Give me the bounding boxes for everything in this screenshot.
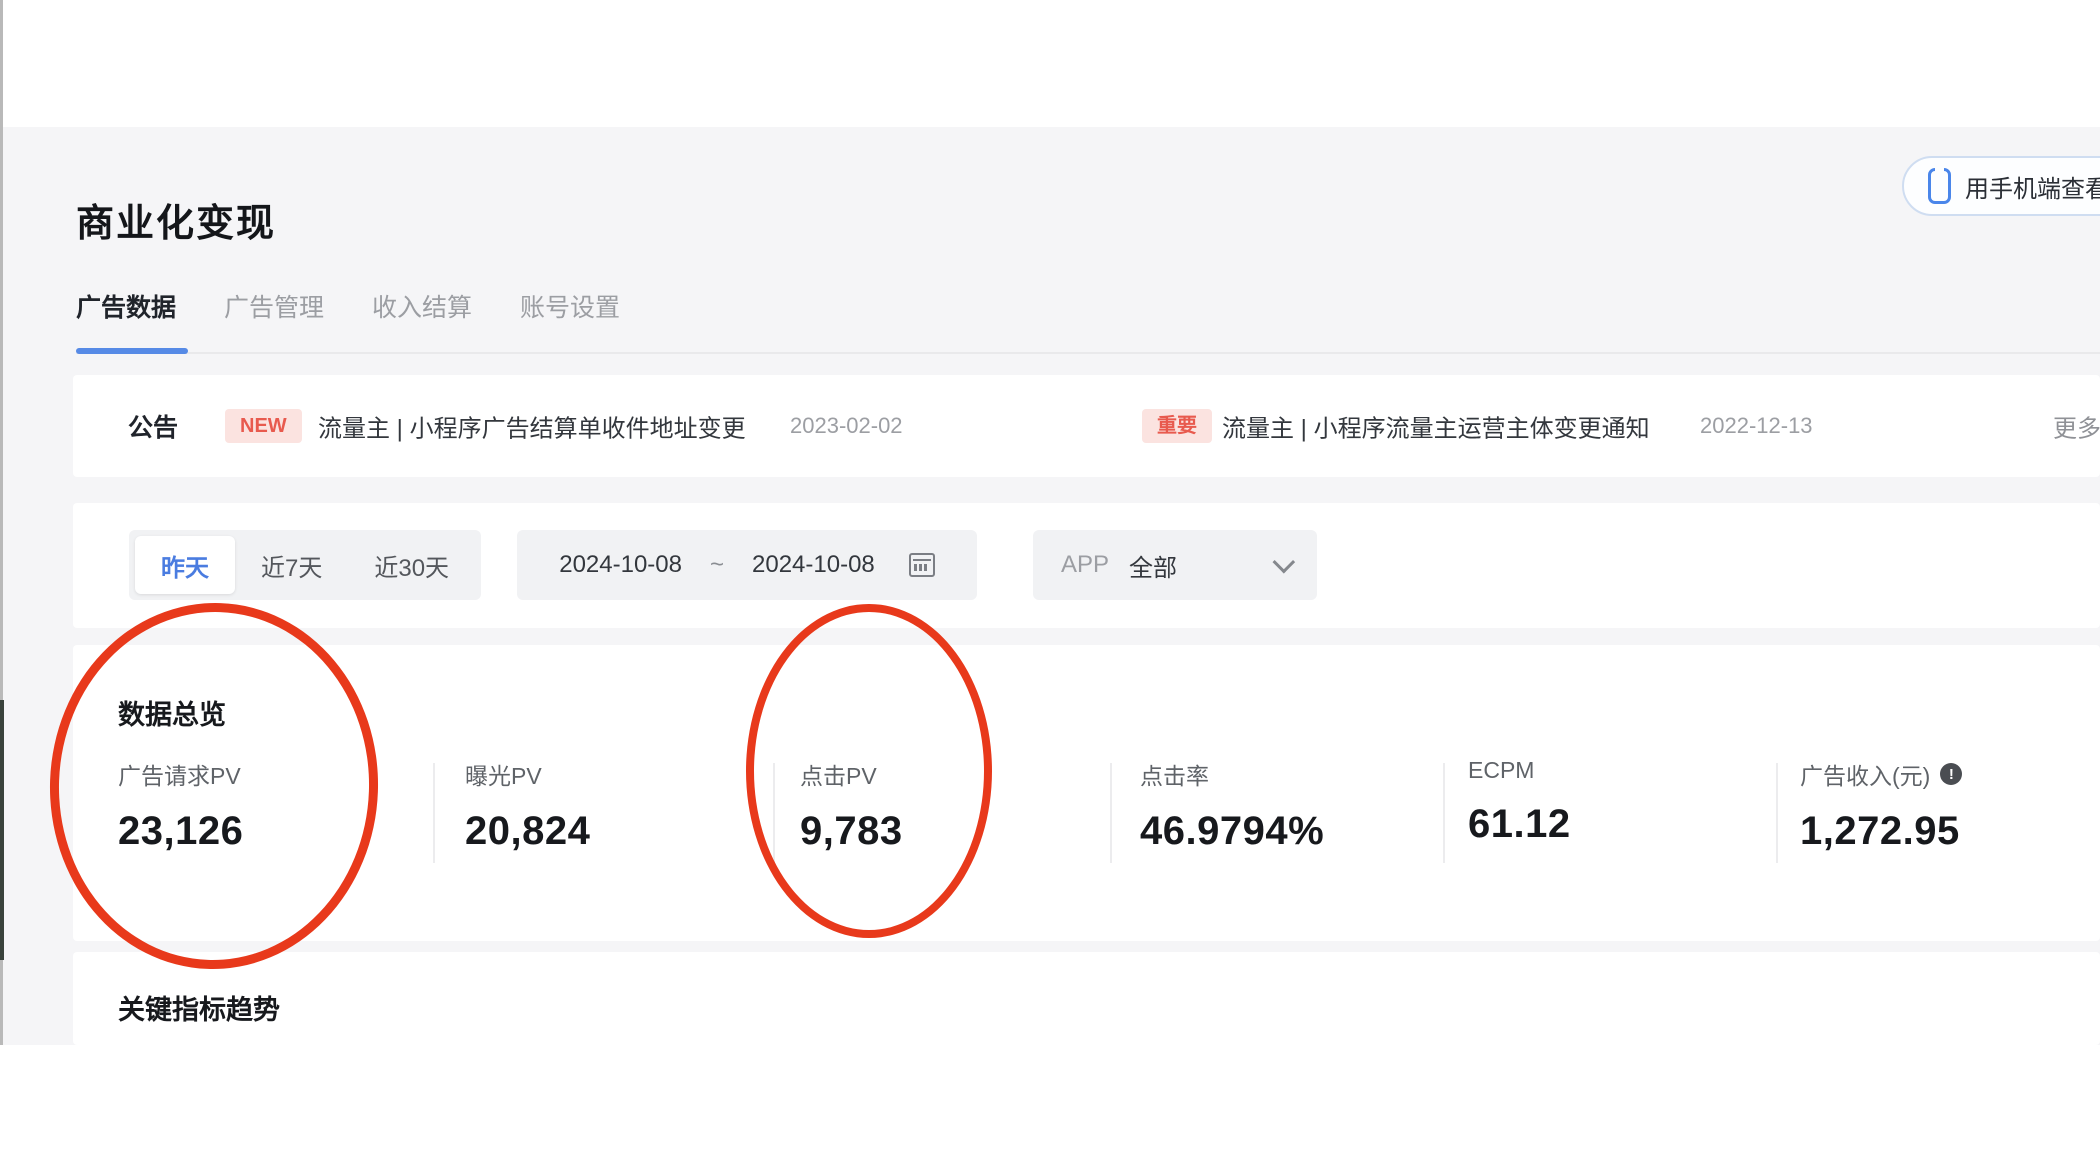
- metric-value: 23,126: [118, 809, 244, 853]
- chevron-down-icon: [1272, 550, 1296, 574]
- announcement-label: 公告: [128, 414, 179, 442]
- data-overview-card: 数据总览 广告请求PV 23,126 曝光PV 20,824 点击PV 9,78…: [73, 645, 2100, 941]
- metric-label: 点击率: [1140, 763, 1209, 789]
- monetization-dashboard: 商业化变现 用手机端查看数据 广告数据 广告管理 收入结算 账号设置 公告 NE…: [0, 0, 2100, 1156]
- important-badge: 重要: [1142, 409, 1212, 443]
- metric-impression-pv: 曝光PV 20,824: [465, 757, 590, 854]
- phone-icon: [1928, 168, 1951, 204]
- calendar-icon: [908, 553, 935, 577]
- data-overview-title: 数据总览: [118, 700, 226, 730]
- date-start-value: 2024-10-08: [559, 551, 682, 578]
- tab-ad-data[interactable]: 广告数据: [76, 288, 176, 324]
- date-separator: ~: [709, 551, 724, 578]
- announcement-item-title[interactable]: 流量主 | 小程序广告结算单收件地址变更: [318, 409, 746, 444]
- tab-account-settings[interactable]: 账号设置: [520, 288, 620, 324]
- tabs-divider: [76, 352, 2100, 354]
- key-metrics-trend-card: 关键指标趋势: [73, 952, 2100, 1045]
- view-on-mobile-label: 用手机端查看数据: [1965, 175, 2100, 203]
- metric-label: 广告收入(元) !: [1800, 757, 1963, 791]
- metric-label-text: 广告收入(元): [1800, 763, 1931, 789]
- date-range-segmented-control: 昨天 近7天 近30天: [129, 530, 482, 600]
- metric-divider: [1443, 763, 1445, 863]
- metric-value: 20,824: [465, 809, 591, 853]
- new-badge: NEW: [225, 409, 302, 443]
- date-end-value: 2024-10-08: [752, 551, 875, 578]
- announcement-bar: 公告 NEW 流量主 | 小程序广告结算单收件地址变更 2023-02-02 重…: [73, 375, 2100, 477]
- filter-bar: 昨天 近7天 近30天 2024-10-08 ~ 2024-10-08 APP …: [73, 503, 2100, 628]
- app-filter-select[interactable]: APP 全部: [1033, 530, 1317, 600]
- active-tab-underline: [76, 348, 188, 354]
- announcement-item-date: 2023-02-02: [790, 413, 903, 438]
- app-filter-value: 全部: [1129, 554, 1178, 582]
- metric-click-pv: 点击PV 9,783: [800, 757, 903, 854]
- page-title: 商业化变现: [76, 203, 277, 245]
- app-filter-label: APP: [1061, 551, 1110, 578]
- metric-label: 点击PV: [800, 763, 877, 789]
- range-last30days-button[interactable]: 近30天: [348, 536, 475, 594]
- announcement-item-title[interactable]: 流量主 | 小程序流量主运营主体变更通知: [1222, 409, 1650, 444]
- announcement-item-date: 2022-12-13: [1700, 413, 1813, 438]
- metric-divider: [1776, 763, 1778, 863]
- key-metrics-trend-title: 关键指标趋势: [118, 995, 280, 1025]
- range-yesterday-button[interactable]: 昨天: [135, 536, 235, 594]
- metric-label: 曝光PV: [465, 763, 542, 789]
- metric-value: 61.12: [1468, 802, 1571, 846]
- metric-label: 广告请求PV: [118, 763, 241, 789]
- tab-revenue-settlement[interactable]: 收入结算: [372, 288, 472, 324]
- tab-ad-management[interactable]: 广告管理: [224, 288, 324, 324]
- metric-value: 9,783: [800, 809, 903, 853]
- metric-click-rate: 点击率 46.9794%: [1140, 757, 1324, 854]
- metric-value: 46.9794%: [1140, 809, 1325, 853]
- date-range-picker[interactable]: 2024-10-08 ~ 2024-10-08: [517, 530, 977, 600]
- metric-value: 1,272.95: [1800, 809, 1960, 853]
- metric-ad-request-pv: 广告请求PV 23,126: [118, 757, 243, 854]
- range-last7days-button[interactable]: 近7天: [235, 536, 348, 594]
- view-on-mobile-button[interactable]: 用手机端查看数据: [1902, 156, 2100, 216]
- window-edge-strip-dark: [0, 700, 4, 960]
- info-icon[interactable]: !: [1940, 763, 1963, 785]
- metric-ecpm: ECPM 61.12: [1468, 757, 1571, 847]
- metric-divider: [433, 763, 435, 863]
- metric-label: ECPM: [1468, 757, 1535, 783]
- metric-divider: [1110, 763, 1112, 863]
- announcement-more-link[interactable]: 更多: [2053, 409, 2100, 444]
- metric-divider: [773, 763, 775, 863]
- tab-bar: 广告数据 广告管理 收入结算 账号设置: [76, 288, 620, 324]
- metric-ad-revenue: 广告收入(元) ! 1,272.95: [1800, 757, 1963, 854]
